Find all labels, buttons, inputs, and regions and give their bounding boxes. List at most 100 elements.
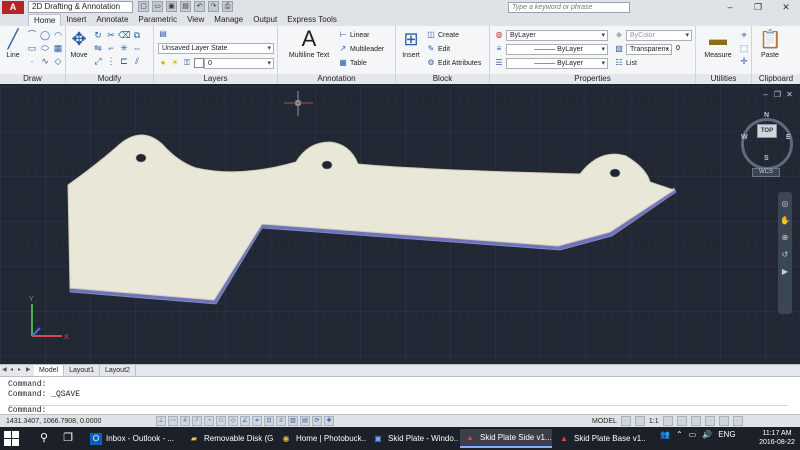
wcs-menu[interactable]: WCS [752,168,780,177]
close-viewport-icon[interactable]: ✕ [785,90,794,99]
annotation-monitor-icon[interactable]: ✚ [324,416,334,426]
first-layout-icon[interactable]: ◀ [2,366,9,375]
annotation-scale-dropdown[interactable]: 1:1 [649,418,659,425]
infer-constraints-icon[interactable]: ⊥ [156,416,166,426]
explode-icon[interactable]: ✳ [118,42,130,54]
quick-properties-icon[interactable]: ▤ [300,416,310,426]
lineweight-toggle-icon[interactable]: ≡ [276,416,286,426]
compass-east[interactable]: E [786,134,791,141]
viewcube-top-face[interactable]: TOP [757,124,777,138]
taskbar-item-photos[interactable]: ▣ Skid Plate - Windo... [368,429,458,448]
rotate-icon[interactable]: ↻ [92,29,104,41]
linetype-dropdown[interactable]: ——— ByLayer [506,44,608,55]
list-button[interactable]: ☷ List [614,58,637,68]
undo-icon[interactable]: ↶ [194,1,205,12]
mirror-icon[interactable]: ⇋ [92,42,104,54]
tab-output[interactable]: Output [248,14,282,26]
taskbar-item-chrome[interactable]: ◉ Home | Photobuck... [276,429,367,448]
hatch-icon[interactable]: ▦ [52,42,64,54]
next-layout-icon[interactable]: ▸ [18,366,25,375]
customization-icon[interactable] [732,416,743,426]
layer-dropdown[interactable]: 0 [204,58,274,69]
language-indicator[interactable]: ENG [718,430,735,439]
region-icon[interactable]: ◇ [52,55,64,67]
autocad-logo-button[interactable]: A [2,1,24,14]
last-layout-icon[interactable]: ▶ [26,366,33,375]
redo-icon[interactable]: ↷ [208,1,219,12]
compass-south[interactable]: S [764,155,769,162]
minimize-button[interactable]: – [716,0,744,14]
hardware-acceleration-icon[interactable] [690,416,701,426]
insert-button[interactable]: ⊞ Insert [398,28,424,59]
close-button[interactable]: ✕ [772,0,800,14]
line-button[interactable]: ╱ Line [2,28,24,59]
clean-screen-icon[interactable] [718,416,729,426]
modify-panel-title[interactable]: Modify [66,74,153,84]
network-icon[interactable]: ▭ [689,430,697,439]
measure-button[interactable]: ▬ Measure [700,28,736,59]
plot-style-dropdown[interactable]: ByColor [626,30,692,41]
annotation-panel-title[interactable]: Annotation [278,74,395,84]
break-icon[interactable]: ⫽ [131,55,143,67]
transparency-value[interactable]: 0 [676,45,680,52]
tab-parametric[interactable]: Parametric [133,14,182,26]
lineweight-dropdown[interactable]: ——— ByLayer [506,58,608,69]
tab-model[interactable]: Model [34,365,65,376]
model-space-button[interactable]: MODEL [592,418,617,425]
clipboard-panel-title[interactable]: Clipboard [752,74,800,84]
coordinate-readout[interactable]: 1431.3407, 1066.7908, 0.0000 [6,416,101,427]
open-file-icon[interactable]: ▭ [152,1,163,12]
layers-panel-title[interactable]: Layers [154,74,277,84]
dynamic-input-icon[interactable]: ⊡ [264,416,274,426]
snap-icon[interactable]: ⋯ [168,416,178,426]
object-snap-icon[interactable]: □ [216,416,226,426]
taskbar-item-skid-plate-base[interactable]: ▲ Skid Plate Base v1... [554,429,646,448]
transparency-dropdown[interactable]: Transparen... [626,44,672,55]
drawing-canvas[interactable]: Y X [0,86,800,364]
tab-view[interactable]: View [182,14,209,26]
edit-attributes-button[interactable]: ⚙ Edit Attributes [426,58,481,68]
taskbar-item-outlook[interactable]: O Inbox - Outlook - ... [86,429,182,448]
point-icon[interactable]: · [26,55,38,67]
isolate-objects-icon[interactable] [704,416,715,426]
pan-icon[interactable]: ✋ [780,215,790,227]
lock-ui-icon[interactable] [676,416,687,426]
taskbar-item-skid-plate-side[interactable]: ▲ Skid Plate Side v1... [460,429,552,448]
tab-manage[interactable]: Manage [209,14,248,26]
polar-icon[interactable]: ◔ [204,416,214,426]
minimize-viewport-icon[interactable]: – [761,90,770,99]
transparency-toggle-icon[interactable]: ▨ [288,416,298,426]
quick-select-icon[interactable]: ⌖ [738,29,750,41]
dynamic-ucs-icon[interactable]: ⌗ [252,416,262,426]
taskbar-item-removable-disk[interactable]: ▰ Removable Disk (G:) [184,429,274,448]
block-panel-title[interactable]: Block [396,74,489,84]
steering-wheel-icon[interactable]: ◎ [780,198,790,210]
selection-cycling-icon[interactable]: ⟳ [312,416,322,426]
scale-icon[interactable]: ⤢ [92,55,104,67]
array-icon[interactable]: ⋮ [105,55,117,67]
orbit-icon[interactable]: ↺ [780,249,790,261]
grid-icon[interactable]: # [180,416,190,426]
offset-icon[interactable]: ⊏ [118,55,130,67]
select-all-icon[interactable]: ⬚ [738,42,750,54]
draw-panel-title[interactable]: Draw [0,74,65,84]
plot-icon[interactable]: ⎙ [222,1,233,12]
object-track-icon[interactable]: ∠ [240,416,250,426]
compass-north[interactable]: N [764,112,769,119]
copy-icon[interactable]: ⧉ [131,29,143,41]
ortho-icon[interactable]: ┘ [192,416,202,426]
quick-view-layouts-icon[interactable] [620,416,631,426]
properties-panel-title[interactable]: Properties [490,74,695,84]
utilities-panel-title[interactable]: Utilities [696,74,751,84]
create-block-button[interactable]: ◫ Create [426,30,459,40]
tab-annotate[interactable]: Annotate [91,14,133,26]
search-icon[interactable]: ⚲ [36,431,52,446]
zoom-extents-icon[interactable]: ⊕ [780,232,790,244]
volume-icon[interactable]: 🔊 [702,430,712,439]
3d-snap-icon[interactable]: ◇ [228,416,238,426]
save-as-icon[interactable]: ▤ [180,1,191,12]
task-view-icon[interactable]: ❐ [60,431,76,446]
tab-home[interactable]: Home [28,14,62,26]
fillet-icon[interactable]: ⌐ [105,42,117,54]
showmotion-icon[interactable]: ▶ [780,266,790,278]
